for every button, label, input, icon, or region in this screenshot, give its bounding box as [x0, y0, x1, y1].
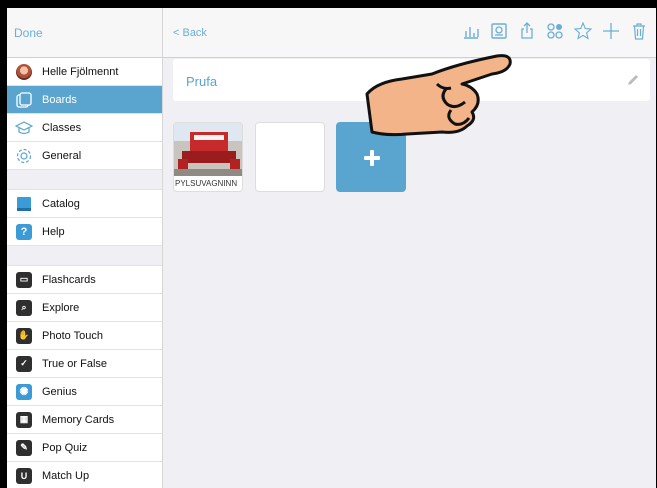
true-false-icon: ✓ [15, 355, 33, 373]
star-icon[interactable] [573, 21, 593, 40]
toolbar-actions [462, 21, 648, 40]
sidebar-item-true-or-false[interactable]: ✓ True or False [7, 350, 162, 378]
sidebar-item-label: Match Up [42, 469, 90, 482]
classes-icon [15, 119, 33, 137]
sidebar-item-label: Help [42, 225, 65, 238]
sidebar: Done Helle Fjölmennt Boards Classes Gene… [7, 8, 163, 488]
pop-quiz-icon: ✎ [15, 439, 33, 457]
avatar-icon [15, 63, 33, 81]
sidebar-item-explore[interactable]: ⌕ Explore [7, 294, 162, 322]
sidebar-separator [7, 246, 162, 266]
sidebar-item-classes[interactable]: Classes [7, 114, 162, 142]
plus-icon[interactable] [602, 22, 620, 40]
sidebar-item-user[interactable]: Helle Fjölmennt [7, 58, 162, 86]
sidebar-item-label: Memory Cards [42, 413, 115, 426]
sidebar-item-label: True or False [42, 357, 108, 370]
pointing-hand-icon [347, 44, 517, 144]
trash-icon[interactable] [630, 22, 648, 40]
sidebar-header: Done [7, 8, 162, 58]
sidebar-item-boards[interactable]: Boards [7, 86, 162, 114]
photo-touch-icon: ✋ [15, 327, 33, 345]
match-up-icon: U [15, 467, 33, 485]
sidebar-item-genius[interactable]: ✺ Genius [7, 378, 162, 406]
sidebar-item-catalog[interactable]: Catalog [7, 190, 162, 218]
sidebar-item-label: Explore [42, 301, 80, 314]
boards-icon [15, 91, 33, 109]
book-icon [15, 195, 33, 213]
sidebar-item-label: Photo Touch [42, 329, 103, 342]
sidebar-item-photo-touch[interactable]: ✋ Photo Touch [7, 322, 162, 350]
sidebar-item-flashcards[interactable]: ▭ Flashcards [7, 266, 162, 294]
genius-icon: ✺ [15, 383, 33, 401]
sidebar-item-label: Helle Fjölmennt [42, 65, 119, 78]
help-icon: ? [15, 223, 33, 241]
sidebar-item-match-up[interactable]: U Match Up [7, 462, 162, 488]
memory-cards-icon: ▦ [15, 411, 33, 429]
sidebar-separator [7, 170, 162, 190]
sidebar-item-label: Boards [42, 93, 77, 106]
board-title: Prufa [186, 74, 218, 89]
sidebar-item-label: Flashcards [42, 273, 96, 286]
done-button[interactable]: Done [14, 26, 43, 40]
empty-card[interactable] [255, 122, 325, 192]
gear-icon [15, 147, 33, 165]
sidebar-item-general[interactable]: General [7, 142, 162, 170]
sidebar-item-memory-cards[interactable]: ▦ Memory Cards [7, 406, 162, 434]
board-card[interactable]: PYLSUVAGNINN [173, 122, 243, 192]
chart-icon[interactable] [462, 22, 480, 40]
share-icon[interactable] [518, 22, 536, 40]
preview-icon[interactable] [490, 22, 508, 40]
explore-icon: ⌕ [15, 299, 33, 317]
back-button[interactable]: < Back [173, 27, 207, 39]
card-image [174, 123, 242, 176]
flashcards-icon: ▭ [15, 271, 33, 289]
plus-icon [364, 150, 380, 166]
pencil-icon[interactable] [626, 73, 640, 87]
sidebar-item-label: Classes [42, 121, 82, 134]
sidebar-item-label: Catalog [42, 197, 80, 210]
sidebar-item-label: General [42, 149, 82, 162]
sidebar-item-pop-quiz[interactable]: ✎ Pop Quiz [7, 434, 162, 462]
sidebar-item-label: Pop Quiz [42, 441, 88, 454]
app-window: Done Helle Fjölmennt Boards Classes Gene… [7, 8, 656, 488]
card-caption: PYLSUVAGNINN [175, 179, 238, 188]
grid-icon[interactable] [546, 22, 564, 40]
sidebar-item-help[interactable]: ? Help [7, 218, 162, 246]
sidebar-item-label: Genius [42, 385, 77, 398]
